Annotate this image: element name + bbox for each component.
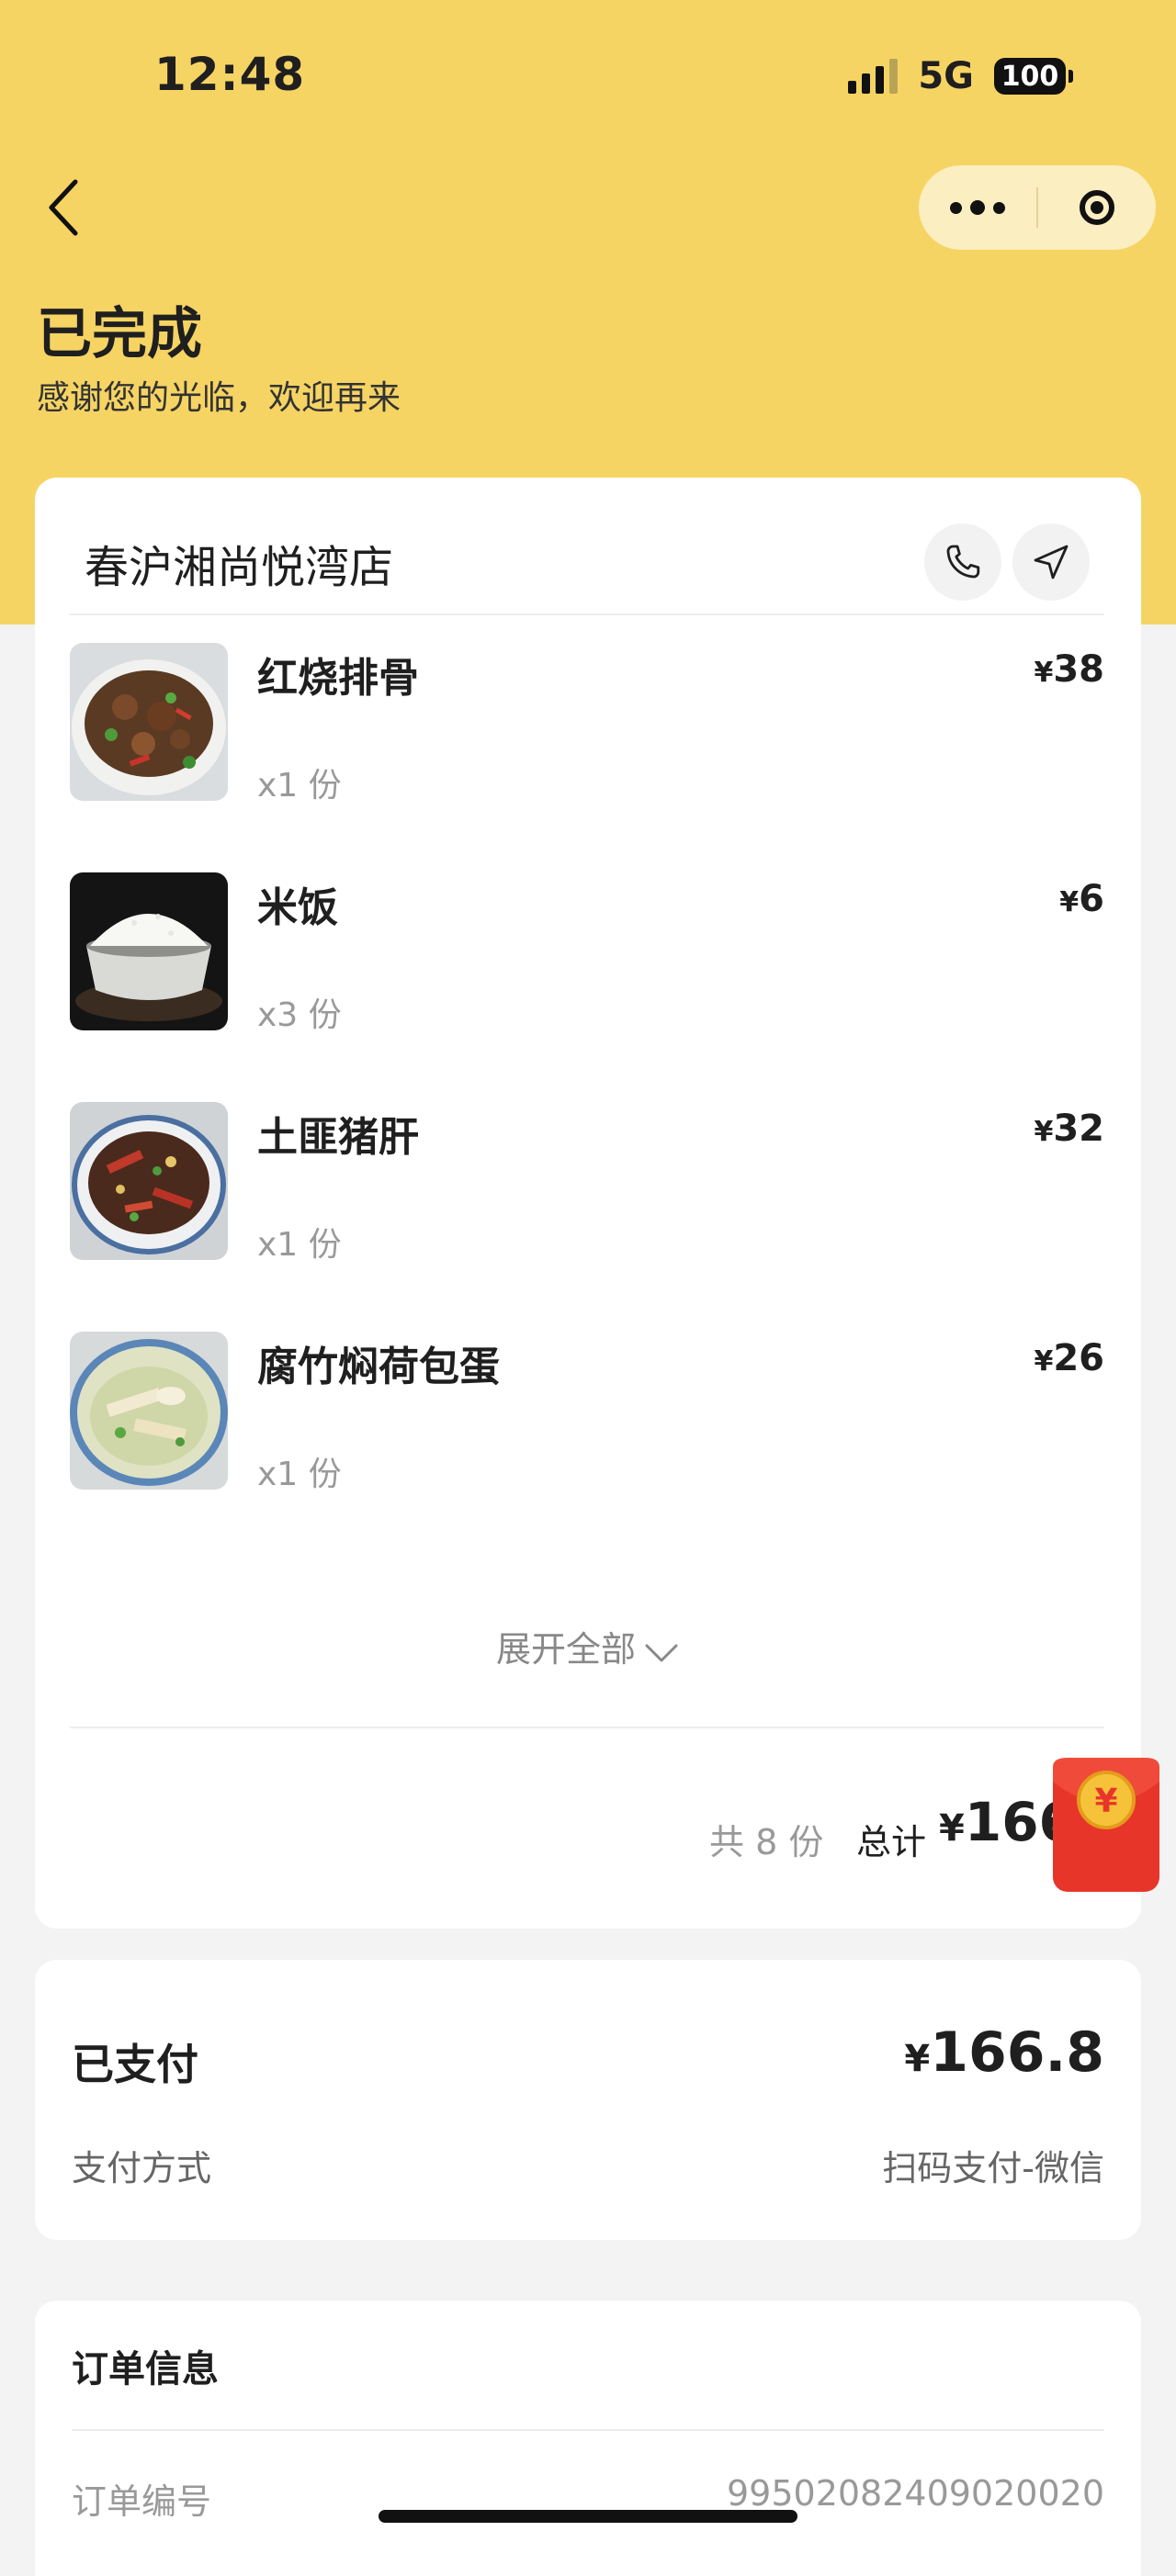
paid-amount: ¥166.8 [904, 2020, 1104, 2085]
close-mini-program-button[interactable] [1038, 165, 1156, 250]
order-status-subtitle: 感谢您的光临，欢迎再来 [37, 379, 401, 417]
red-packet-icon: ¥ [1053, 1758, 1159, 1892]
expand-all-button[interactable]: 展开全部 [35, 1621, 1141, 1671]
paid-label: 已支付 [72, 2040, 198, 2089]
dish-quantity: x1 份 [257, 1226, 342, 1264]
order-status-title: 已完成 [37, 302, 202, 366]
item-count: 共 8 份 [709, 1822, 824, 1862]
dish-price: ¥26 [1034, 1337, 1104, 1379]
red-packet-button[interactable]: ¥ [1053, 1758, 1159, 1892]
dish-quantity: x1 份 [257, 767, 342, 804]
order-number-value[interactable]: 99502082409020020 [727, 2473, 1104, 2514]
more-button[interactable] [919, 165, 1036, 250]
dish-name: 红烧排骨 [257, 655, 419, 702]
expand-all-label: 展开全部 [495, 1629, 636, 1670]
battery-icon: 100 [994, 58, 1073, 95]
dish-item[interactable]: 腐竹焖荷包蛋 x1 份 ¥26 [70, 1332, 1104, 1515]
dish-item[interactable]: 土匪猪肝 x1 份 ¥32 [70, 1102, 1104, 1286]
mini-program-capsule [919, 165, 1156, 250]
dish-name: 土匪猪肝 [257, 1114, 419, 1161]
order-info-card: 订单信息 订单编号 99502082409020020 [35, 2300, 1141, 2576]
order-number-label: 订单编号 [72, 2481, 212, 2522]
dish-image [70, 1102, 228, 1260]
chevron-down-icon [645, 1644, 678, 1661]
dish-image [70, 1332, 228, 1490]
dish-price: ¥6 [1059, 878, 1104, 920]
payment-method-value: 扫码支付-微信 [882, 2148, 1104, 2188]
navigate-button[interactable] [1012, 523, 1090, 601]
svg-text:¥: ¥ [1094, 1783, 1117, 1820]
divider [70, 613, 1104, 615]
status-time: 12:48 [154, 48, 306, 101]
dish-quantity: x3 份 [257, 996, 342, 1034]
dish-quantity: x1 份 [257, 1456, 342, 1493]
dish-price: ¥32 [1034, 1108, 1104, 1150]
payment-method-label: 支付方式 [72, 2148, 212, 2188]
dish-image [70, 872, 228, 1030]
order-items-card: 春沪湘尚悦湾店 红烧排骨 x1 份 ¥38 米饭 x3 份 ¥6 土匪猪肝 x1… [35, 478, 1141, 1929]
chevron-left-icon [49, 179, 78, 236]
network-type: 5G [918, 55, 974, 97]
target-icon [1080, 190, 1114, 225]
divider [70, 1727, 1104, 1728]
dish-item[interactable]: 米饭 x3 份 ¥6 [70, 872, 1104, 1056]
back-button[interactable] [40, 171, 96, 244]
status-icons: 5G 100 [848, 55, 1073, 97]
battery-level: 100 [994, 58, 1066, 95]
shop-name[interactable]: 春沪湘尚悦湾店 [85, 531, 393, 595]
payment-card: 已支付 ¥166.8 支付方式 扫码支付-微信 [35, 1960, 1141, 2240]
navigation-arrow-icon [1034, 545, 1069, 579]
call-shop-button[interactable] [924, 523, 1001, 601]
order-info-title: 订单信息 [72, 2348, 219, 2390]
phone-icon [946, 545, 980, 579]
dish-price: ¥38 [1034, 648, 1104, 691]
divider [72, 2429, 1104, 2431]
dish-image [70, 643, 228, 801]
total-label: 总计 [856, 1822, 927, 1862]
dish-name: 腐竹焖荷包蛋 [257, 1344, 500, 1390]
dish-item[interactable]: 红烧排骨 x1 份 ¥38 [70, 643, 1104, 827]
home-indicator[interactable] [379, 2510, 797, 2523]
dish-name: 米饭 [257, 884, 338, 931]
signal-icon [848, 59, 899, 94]
